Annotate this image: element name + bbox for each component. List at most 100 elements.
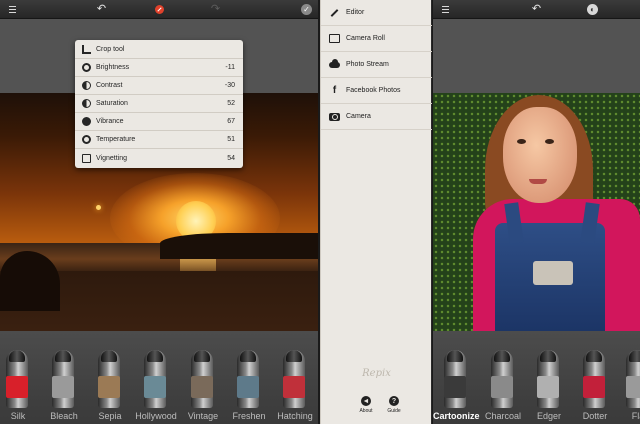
menu-item-label: Camera Roll [346,35,385,42]
adjust-icon[interactable]: ◐ [585,2,600,17]
undo-icon[interactable]: ↶ [529,2,544,17]
menu-item-vignetting[interactable]: Vignetting 54 [75,149,243,167]
effect-label: Silk [10,411,26,421]
effect-silk[interactable]: Silk [0,350,41,424]
effect-label: Fla [631,411,640,421]
left-top-toolbar: ↶ ↷ ✓ [0,0,318,19]
menu-item-label: Vignetting [96,154,128,162]
brush-icon [52,350,74,408]
menu-item-label: Crop tool [96,46,125,53]
adjust-icon[interactable] [152,2,167,17]
effect-label: Vintage [187,411,219,421]
undo-icon[interactable]: ↶ [94,2,109,17]
effect-vintage[interactable]: Vintage [180,350,226,424]
effect-label: Charcoal [484,411,522,421]
brush-icon [98,350,120,408]
brand-logo: Repix [362,368,391,379]
effect-label: Hatching [277,411,313,421]
cloud-icon [329,58,340,70]
left-screen: ↶ ↷ ✓ Crop tool Brightness -11 Contrast … [0,0,318,424]
menu-item-label: Saturation [96,100,128,107]
menu-item-vibrance[interactable]: Vibrance 67 [75,113,243,131]
guide-label: Guide [387,408,401,414]
facebook-icon: f [332,85,337,96]
help-icon: ? [389,396,399,406]
brightness-icon [82,63,91,72]
crop-icon [82,45,91,54]
menu-item-label: Contrast [96,82,123,89]
effect-label: Edger [536,411,562,421]
menu-item-label: Camera [346,113,371,120]
menu-icon[interactable] [438,2,453,17]
effect-label: Dotter [582,411,608,421]
effect-fla[interactable]: Fla [615,350,640,424]
megaphone-icon: ◄ [361,396,371,406]
brush-icon [283,350,305,408]
effect-hollywood[interactable]: Hollywood [133,350,179,424]
menu-item-editor[interactable]: Editor [321,0,432,26]
menu-item-saturation[interactable]: Saturation 52 [75,95,243,113]
guide-button[interactable]: ? Guide [383,396,405,414]
menu-item-camera[interactable]: Camera [321,104,432,130]
menu-item-contrast[interactable]: Contrast -30 [75,77,243,95]
menu-icon[interactable] [5,2,20,17]
menu-item-photo-stream[interactable]: Photo Stream [321,52,432,78]
right-top-toolbar: ↶ ◐ [433,0,640,19]
brush-icon [491,350,513,408]
brush-icon [6,350,28,408]
menu-item-value: -30 [224,82,235,89]
effect-label: Hollywood [135,411,177,421]
camera-icon [329,111,340,122]
menu-item-label: Photo Stream [346,61,389,68]
menu-item-camera-roll[interactable]: Camera Roll [321,26,432,52]
pencil-icon [329,7,340,18]
effect-hatching[interactable]: Hatching [272,350,318,424]
menu-item-value: -11 [225,64,235,71]
effect-charcoal[interactable]: Charcoal [480,350,526,424]
effect-label: Bleach [50,411,78,421]
about-label: About [359,408,373,414]
photo-icon [329,33,340,44]
contrast-icon [82,81,91,90]
source-menu-panel: Editor Camera Roll Photo Stream f Facebo… [320,0,432,424]
menu-item-value: 54 [227,154,235,162]
vignetting-icon [82,153,91,163]
portrait-photo [433,93,640,331]
menu-item-value: 67 [227,118,235,125]
brush-icon [444,350,466,408]
brush-icon [237,350,259,408]
effect-bleach[interactable]: Bleach [41,350,87,424]
brush-icon [144,350,166,408]
effect-sepia[interactable]: Sepia [87,350,133,424]
menu-item-label: Editor [346,9,365,16]
menu-item-value: 51 [227,136,235,143]
effect-dotter[interactable]: Dotter [572,350,618,424]
menu-item-crop-tool[interactable]: Crop tool [75,41,243,59]
saturation-icon [82,99,91,108]
effect-label: Freshen [232,411,266,421]
temperature-icon [82,135,91,144]
menu-item-label: Temperature [96,136,136,143]
brush-icon [583,350,605,408]
redo-icon[interactable]: ↷ [208,2,223,17]
adjustments-menu: Crop tool Brightness -11 Contrast -30 Sa… [75,40,243,168]
effect-edger[interactable]: Edger [526,350,572,424]
brush-icon [537,350,559,408]
menu-item-brightness[interactable]: Brightness -11 [75,59,243,77]
about-button[interactable]: ◄ About [355,396,377,414]
menu-item-label: Vibrance [96,118,124,125]
menu-item-facebook-photos[interactable]: f Facebook Photos [321,78,432,104]
menu-item-temperature[interactable]: Temperature 51 [75,131,243,149]
effect-label: Cartoonize [433,411,480,421]
brush-icon [191,350,213,408]
brush-icon [626,350,640,408]
right-screen: ↶ ◐ Cartoonize Charcoal Edger Dotter Fla [433,0,640,424]
effect-cartoonize[interactable]: Cartoonize [433,350,480,424]
menu-item-label: Facebook Photos [346,87,401,94]
effect-label: Sepia [98,411,122,421]
confirm-icon[interactable]: ✓ [299,2,314,17]
menu-item-label: Brightness [96,64,130,71]
effect-freshen[interactable]: Freshen [226,350,272,424]
vibrance-icon [82,117,91,126]
menu-item-value: 52 [227,100,235,107]
